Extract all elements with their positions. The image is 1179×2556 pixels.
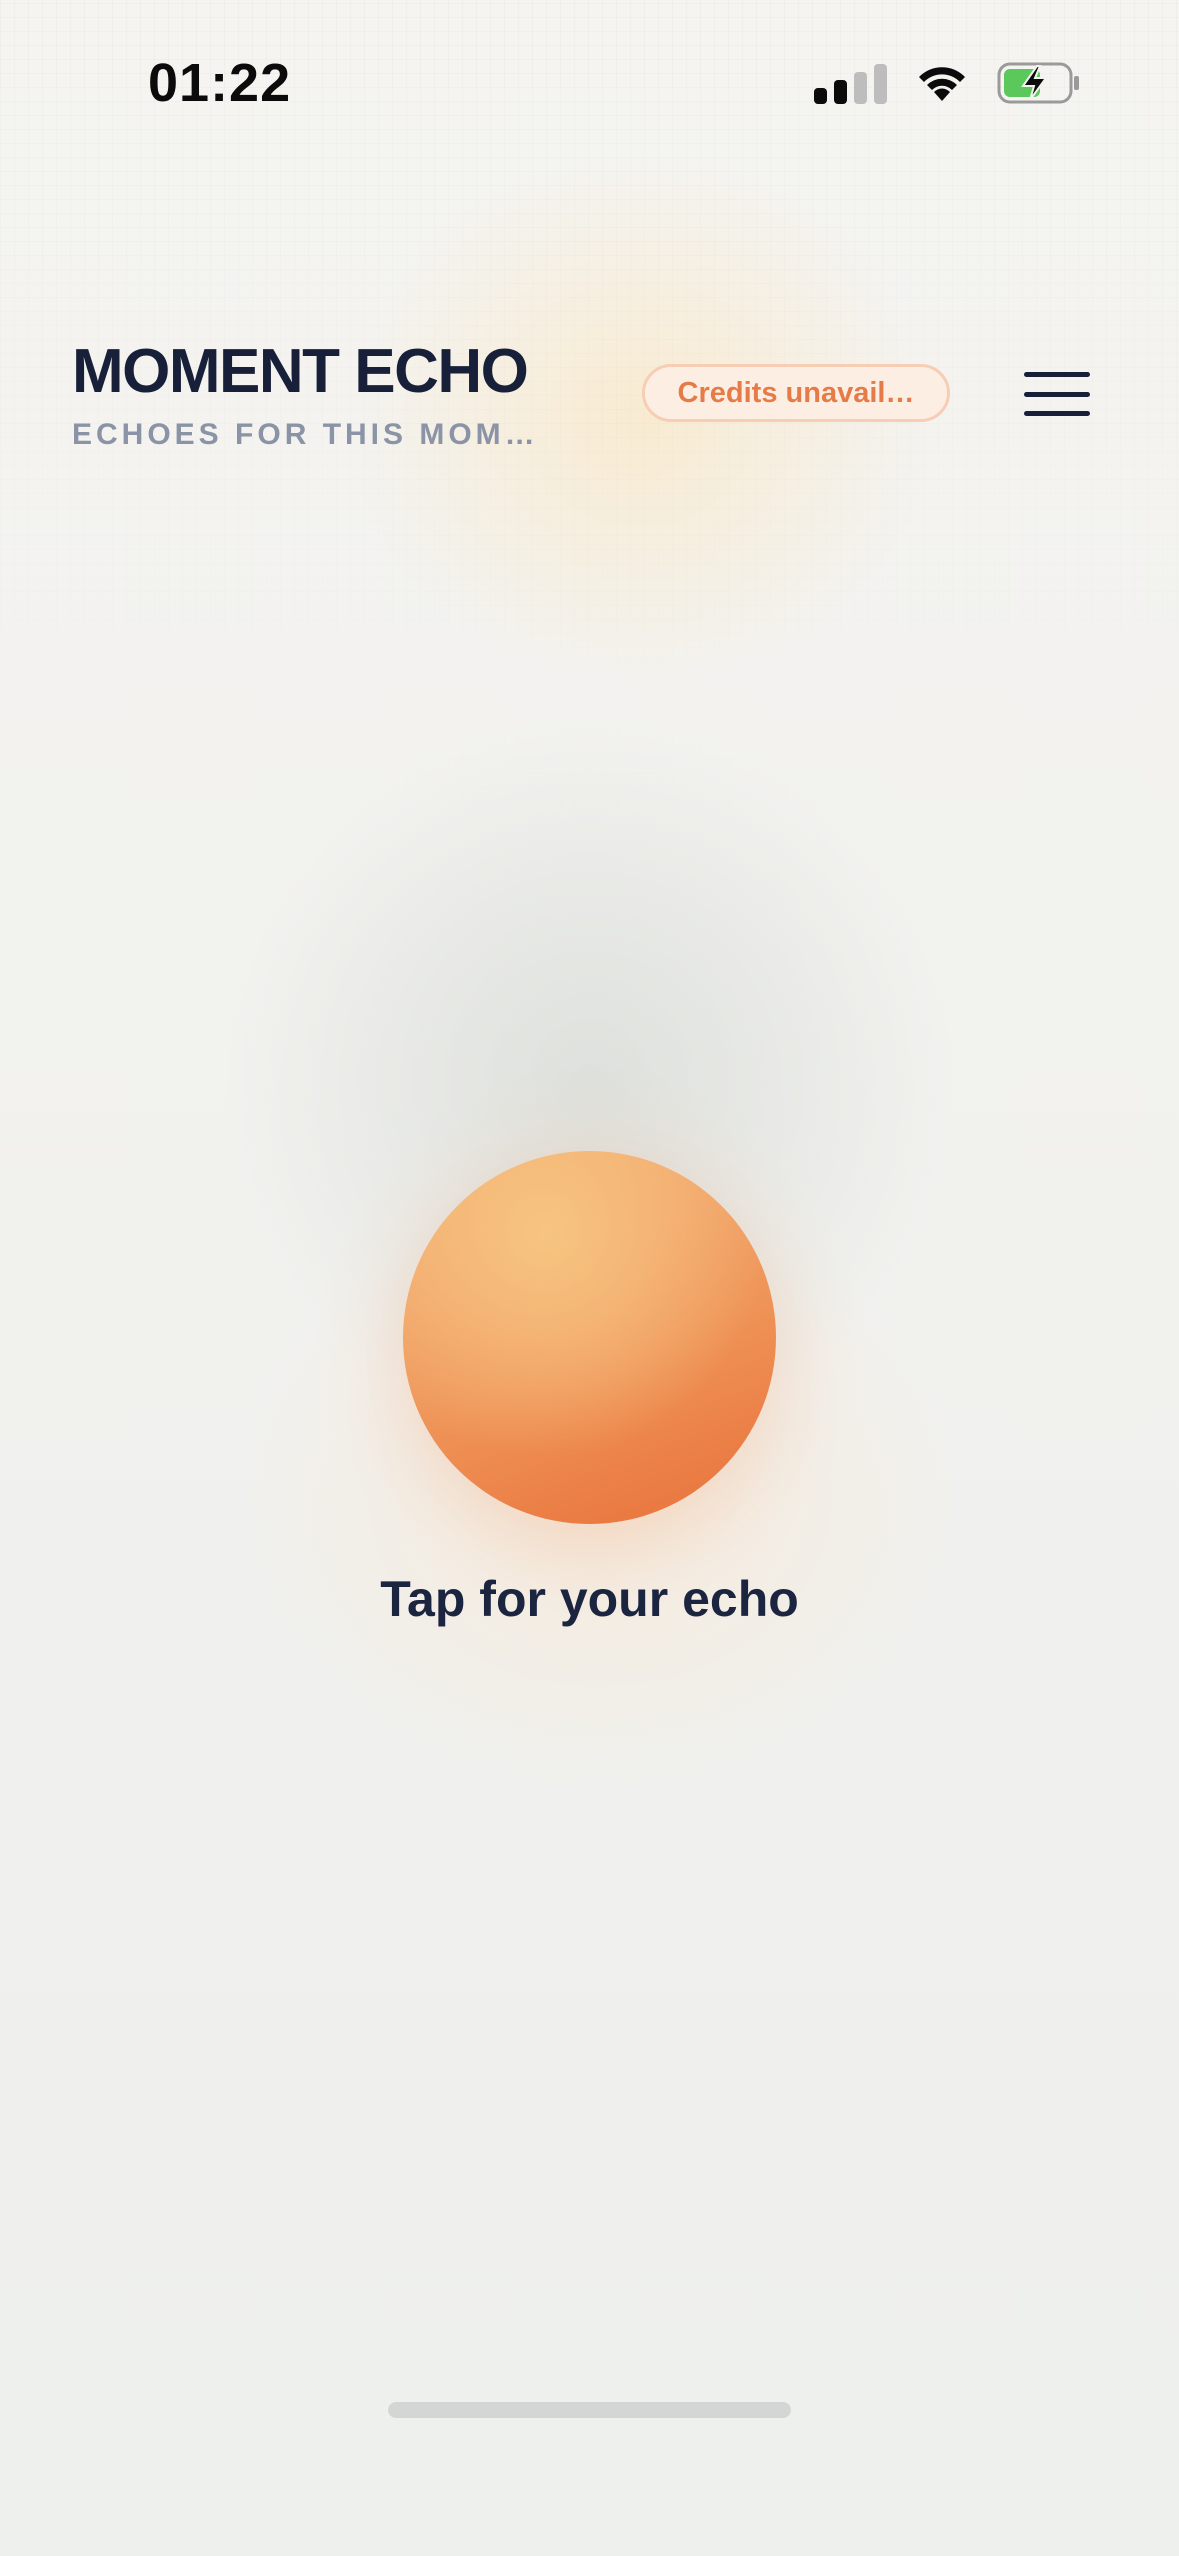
menu-icon[interactable]: [1024, 372, 1090, 416]
home-indicator[interactable]: [388, 2402, 791, 2418]
menu-line: [1024, 411, 1090, 416]
menu-line: [1024, 391, 1090, 397]
status-icons: [814, 62, 1081, 104]
app-title: MOMENT ECHO: [72, 337, 529, 406]
app-screen: 01:22 MOMENT ECHO ECHOES FOR THIS MOM… C…: [0, 0, 1179, 2556]
credits-badge[interactable]: Credits unavail…: [642, 364, 950, 422]
wifi-icon: [915, 63, 969, 103]
echo-orb-button[interactable]: [403, 1151, 776, 1524]
tap-for-echo-label: Tap for your echo: [380, 1571, 799, 1627]
status-time: 01:22: [148, 53, 292, 113]
menu-line: [1024, 372, 1090, 377]
app-subtitle: ECHOES FOR THIS MOM…: [72, 418, 539, 451]
cellular-signal-icon: [814, 62, 887, 104]
battery-charging-icon: [997, 62, 1081, 104]
